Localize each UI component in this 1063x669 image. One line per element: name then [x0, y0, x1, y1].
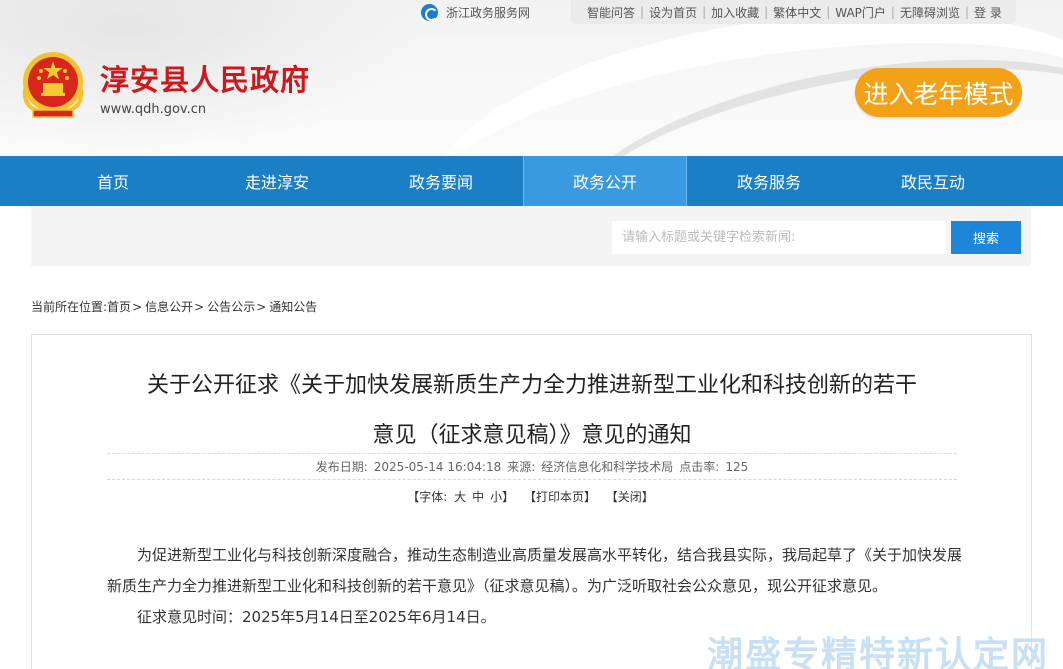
zhejiang-service-link[interactable]: 浙江政务服务网: [411, 0, 561, 24]
top-link-login[interactable]: 登 录: [974, 4, 1002, 21]
divider: |: [640, 5, 645, 19]
breadcrumb-notices[interactable]: 通知公告: [269, 298, 317, 315]
font-size-label: 【字体:: [407, 490, 448, 504]
breadcrumb-separator: >: [256, 299, 267, 314]
site-title[interactable]: 淳安县人民政府: [100, 57, 310, 99]
top-link-accessibility[interactable]: 无障碍浏览: [900, 4, 960, 21]
publish-date: 2025-05-14 16:04:18: [373, 459, 502, 474]
nav-item-about-chunan[interactable]: 走进淳安: [195, 156, 359, 206]
nav-item-government-news[interactable]: 政务要闻: [359, 156, 523, 206]
nav-item-home[interactable]: 首页: [31, 156, 195, 206]
breadcrumb-info-disclosure[interactable]: 信息公开: [145, 298, 193, 315]
top-link-set-homepage[interactable]: 设为首页: [649, 4, 697, 21]
zhejiang-service-label: 浙江政务服务网: [446, 5, 531, 20]
clicks-label: 点击率:: [679, 460, 720, 474]
font-size-small-button[interactable]: 小】: [490, 490, 514, 504]
top-link-wap-portal[interactable]: WAP门户: [835, 4, 886, 21]
zhejiang-logo-icon: [421, 3, 438, 21]
breadcrumb-announcements[interactable]: 公告公示: [207, 298, 255, 315]
nav-item-government-disclosure[interactable]: 政务公开: [523, 156, 687, 206]
divider: |: [826, 5, 831, 19]
article-meta: 发布日期: 2025-05-14 16:04:18 来源: 经济信息化和科学技术…: [107, 453, 957, 480]
font-size-medium-button[interactable]: 中: [472, 490, 484, 504]
breadcrumb-label: 当前所在位置:: [31, 300, 108, 314]
national-emblem-icon: [22, 52, 84, 118]
clicks-value: 125: [725, 459, 749, 474]
top-link-smart-qa[interactable]: 智能问答: [587, 4, 635, 21]
nav-item-public-interaction[interactable]: 政民互动: [851, 156, 1015, 206]
nav-item-government-services[interactable]: 政务服务: [687, 156, 851, 206]
breadcrumb-home[interactable]: 首页: [107, 298, 131, 315]
breadcrumb: 当前所在位置: 首页 > 信息公开 > 公告公示 > 通知公告: [31, 298, 317, 315]
elder-mode-button[interactable]: 进入老年模式: [855, 68, 1022, 117]
breadcrumb-separator: >: [194, 299, 205, 314]
divider: |: [964, 5, 970, 19]
top-link-traditional-chinese[interactable]: 繁体中文: [773, 4, 821, 21]
top-utility-bar: 浙江政务服务网 智能问答 | 设为首页 | 加入收藏 | 繁体中文 | WAP门…: [411, 0, 1016, 24]
article-tools: 【字体: 大中小】 【打印本页】 【关闭】: [107, 488, 957, 505]
top-link-add-favorite[interactable]: 加入收藏: [711, 4, 759, 21]
article-card: 关于公开征求《关于加快发展新质生产力全力推进新型工业化和科技创新的若干 意见（征…: [31, 334, 1032, 669]
print-button[interactable]: 【打印本页】: [524, 490, 596, 504]
watermark-text: 潮盛专精特新认定网: [707, 635, 1050, 669]
site-header: 浙江政务服务网 智能问答 | 设为首页 | 加入收藏 | 繁体中文 | WAP门…: [0, 0, 1063, 156]
source-label: 来源:: [507, 460, 536, 474]
site-url: www.qdh.gov.cn: [100, 102, 207, 117]
divider: |: [702, 5, 707, 19]
article-paragraph-1: 为促进新型工业化与科技创新深度融合，推动生态制造业高质量发展高水平转化，结合我县…: [107, 546, 963, 595]
article-body: 为促进新型工业化与科技创新深度融合，推动生态制造业高质量发展高水平转化，结合我县…: [107, 540, 963, 633]
search-input[interactable]: [612, 221, 946, 254]
main-nav: 首页 走进淳安 政务要闻 政务公开 政务服务 政民互动: [0, 156, 1063, 206]
search-button[interactable]: 搜索: [951, 221, 1021, 254]
source-value: 经济信息化和科学技术局: [541, 460, 674, 474]
article-title-line-1: 关于公开征求《关于加快发展新质生产力全力推进新型工业化和科技创新的若干: [146, 373, 917, 398]
top-links: 智能问答 | 设为首页 | 加入收藏 | 繁体中文 | WAP门户 | 无障碍浏…: [571, 0, 1016, 24]
breadcrumb-separator: >: [132, 299, 143, 314]
font-size-large-button[interactable]: 大: [454, 490, 466, 504]
search-area: 搜索: [31, 206, 1031, 266]
divider: |: [890, 5, 895, 19]
close-button[interactable]: 【关闭】: [606, 490, 654, 504]
article-title: 关于公开征求《关于加快发展新质生产力全力推进新型工业化和科技创新的若干 意见（征…: [92, 361, 972, 461]
publish-date-label: 发布日期:: [315, 460, 368, 474]
divider: |: [764, 5, 769, 19]
